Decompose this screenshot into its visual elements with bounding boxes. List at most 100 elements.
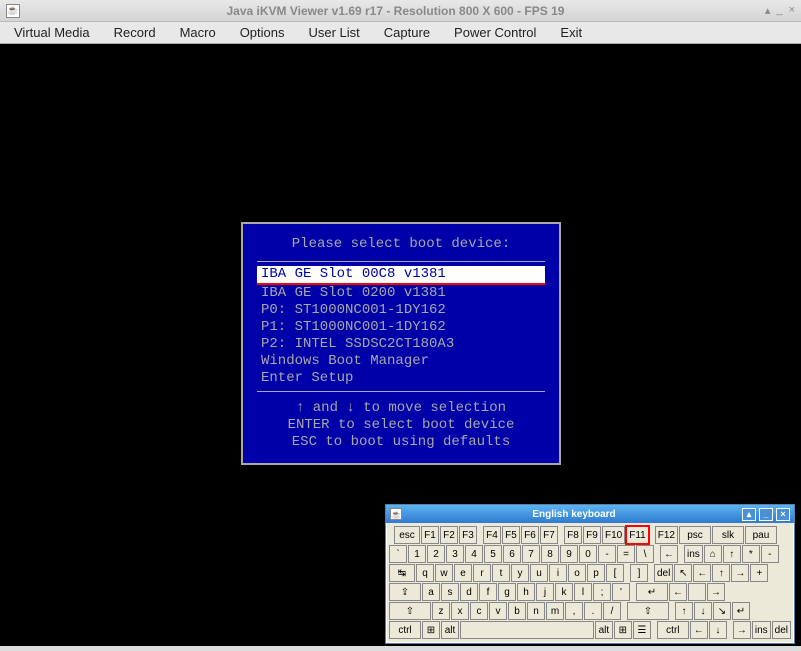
vkb-key-q[interactable]: q bbox=[416, 564, 434, 582]
menu-virtual-media[interactable]: Virtual Media bbox=[2, 22, 102, 43]
boot-item[interactable]: P1: ST1000NC001-1DY162 bbox=[257, 319, 545, 336]
vkb-key-[interactable]: ↘ bbox=[713, 602, 731, 620]
vkb-key-[interactable]: ` bbox=[389, 545, 407, 563]
vkb-key-[interactable]: , bbox=[565, 602, 583, 620]
vkb-key-f6[interactable]: F6 bbox=[521, 526, 539, 544]
menu-power-control[interactable]: Power Control bbox=[442, 22, 548, 43]
vkb-key-f2[interactable]: F2 bbox=[440, 526, 458, 544]
vkb-key-f5[interactable]: F5 bbox=[502, 526, 520, 544]
vkb-key-1[interactable]: 1 bbox=[408, 545, 426, 563]
vkb-key-m[interactable]: m bbox=[546, 602, 564, 620]
vkb-key-f12[interactable]: F12 bbox=[655, 526, 678, 544]
vkb-key-d[interactable]: d bbox=[460, 583, 478, 601]
vkb-key-[interactable]: ← bbox=[660, 545, 678, 563]
vkb-key-alt[interactable]: alt bbox=[441, 621, 459, 639]
vkb-key-8[interactable]: 8 bbox=[541, 545, 559, 563]
vkb-key-[interactable]: + bbox=[750, 564, 768, 582]
vkb-key-s[interactable]: s bbox=[441, 583, 459, 601]
vkb-key-0[interactable]: 0 bbox=[579, 545, 597, 563]
maximize-button[interactable]: _ bbox=[776, 4, 782, 17]
vkb-key-f4[interactable]: F4 bbox=[483, 526, 501, 544]
remote-screen[interactable]: Please select boot device: IBA GE Slot 0… bbox=[0, 44, 801, 646]
vkb-key-ins[interactable]: ins bbox=[684, 545, 703, 563]
vkb-key-[interactable]: ↑ bbox=[712, 564, 730, 582]
vkb-key-[interactable]: ⊞ bbox=[614, 621, 632, 639]
vkb-key-l[interactable]: l bbox=[574, 583, 592, 601]
vkb-key-f8[interactable]: F8 bbox=[564, 526, 582, 544]
vkb-key-[interactable]: - bbox=[598, 545, 616, 563]
vkb-key-[interactable]: ] bbox=[630, 564, 648, 582]
vkb-key-f11[interactable]: F11 bbox=[626, 526, 649, 544]
vkb-minimize-button[interactable]: _ bbox=[759, 508, 773, 521]
menu-capture[interactable]: Capture bbox=[372, 22, 442, 43]
vkb-key-[interactable]: ↵ bbox=[732, 602, 750, 620]
vkb-key-c[interactable]: c bbox=[470, 602, 488, 620]
vkb-key-v[interactable]: v bbox=[489, 602, 507, 620]
vkb-key-u[interactable]: u bbox=[530, 564, 548, 582]
boot-item[interactable]: Enter Setup bbox=[257, 370, 545, 387]
vkb-key-[interactable]: ↖ bbox=[674, 564, 692, 582]
menu-options[interactable]: Options bbox=[228, 22, 297, 43]
vkb-titlebar[interactable]: ☕ English keyboard ▴ _ × bbox=[386, 505, 794, 523]
vkb-key-[interactable]: ← bbox=[669, 583, 687, 601]
vkb-key-n[interactable]: n bbox=[527, 602, 545, 620]
vkb-key-esc[interactable]: esc bbox=[394, 526, 420, 544]
vkb-key-[interactable]: → bbox=[733, 621, 751, 639]
vkb-key-alt[interactable]: alt bbox=[595, 621, 613, 639]
vkb-key-[interactable]: = bbox=[617, 545, 635, 563]
vkb-key-[interactable]: ; bbox=[593, 583, 611, 601]
vkb-key-w[interactable]: w bbox=[435, 564, 453, 582]
menu-record[interactable]: Record bbox=[102, 22, 168, 43]
vkb-key-3[interactable]: 3 bbox=[446, 545, 464, 563]
vkb-key-y[interactable]: y bbox=[511, 564, 529, 582]
vkb-key-[interactable]: ⇧ bbox=[389, 602, 431, 620]
vkb-key-[interactable]: ↑ bbox=[675, 602, 693, 620]
vkb-key-f9[interactable]: F9 bbox=[583, 526, 601, 544]
vkb-key-[interactable]: → bbox=[731, 564, 749, 582]
vkb-key-[interactable]: ⇧ bbox=[627, 602, 669, 620]
close-button[interactable]: × bbox=[789, 4, 795, 17]
vkb-key-space[interactable] bbox=[460, 621, 594, 639]
vkb-key-f1[interactable]: F1 bbox=[421, 526, 439, 544]
vkb-key-[interactable]: ↹ bbox=[389, 564, 415, 582]
vkb-key-[interactable]: [ bbox=[606, 564, 624, 582]
vkb-key-[interactable]: ⌂ bbox=[704, 545, 722, 563]
vkb-key-[interactable]: / bbox=[603, 602, 621, 620]
vkb-key-[interactable]: ' bbox=[612, 583, 630, 601]
vkb-pin-button[interactable]: ▴ bbox=[742, 508, 756, 521]
vkb-key-5[interactable]: 5 bbox=[484, 545, 502, 563]
vkb-key-b[interactable]: b bbox=[508, 602, 526, 620]
vkb-key-[interactable]: ⇪ bbox=[389, 583, 421, 601]
vkb-key-[interactable]: ⊞ bbox=[422, 621, 440, 639]
vkb-key-[interactable]: ↵ bbox=[636, 583, 668, 601]
vkb-key-o[interactable]: o bbox=[568, 564, 586, 582]
vkb-key-h[interactable]: h bbox=[517, 583, 535, 601]
vkb-key-[interactable]: \ bbox=[636, 545, 654, 563]
boot-item[interactable]: P0: ST1000NC001-1DY162 bbox=[257, 302, 545, 319]
boot-item[interactable]: P2: INTEL SSDSC2CT180A3 bbox=[257, 336, 545, 353]
vkb-key-[interactable]: ← bbox=[690, 621, 708, 639]
vkb-key-[interactable]: ↓ bbox=[694, 602, 712, 620]
vkb-key-space[interactable] bbox=[688, 583, 706, 601]
vkb-key-[interactable]: ← bbox=[693, 564, 711, 582]
menu-macro[interactable]: Macro bbox=[168, 22, 228, 43]
vkb-key-r[interactable]: r bbox=[473, 564, 491, 582]
vkb-key-[interactable]: ☰ bbox=[633, 621, 651, 639]
vkb-key-x[interactable]: x bbox=[451, 602, 469, 620]
vkb-key-ins[interactable]: ins bbox=[752, 621, 771, 639]
vkb-key-j[interactable]: j bbox=[536, 583, 554, 601]
vkb-key-g[interactable]: g bbox=[498, 583, 516, 601]
minimize-button[interactable]: ▴ bbox=[765, 4, 771, 17]
boot-item[interactable]: Windows Boot Manager bbox=[257, 353, 545, 370]
vkb-key-del[interactable]: del bbox=[772, 621, 791, 639]
vkb-key-f7[interactable]: F7 bbox=[540, 526, 558, 544]
vkb-key-p[interactable]: p bbox=[587, 564, 605, 582]
boot-item[interactable]: IBA GE Slot 00C8 v1381 bbox=[257, 266, 545, 285]
vkb-key-k[interactable]: k bbox=[555, 583, 573, 601]
vkb-key-e[interactable]: e bbox=[454, 564, 472, 582]
vkb-key-slk[interactable]: slk bbox=[712, 526, 744, 544]
vkb-key-[interactable]: * bbox=[742, 545, 760, 563]
vkb-key-ctrl[interactable]: ctrl bbox=[657, 621, 689, 639]
vkb-close-button[interactable]: × bbox=[776, 508, 790, 521]
vkb-key-f10[interactable]: F10 bbox=[602, 526, 625, 544]
